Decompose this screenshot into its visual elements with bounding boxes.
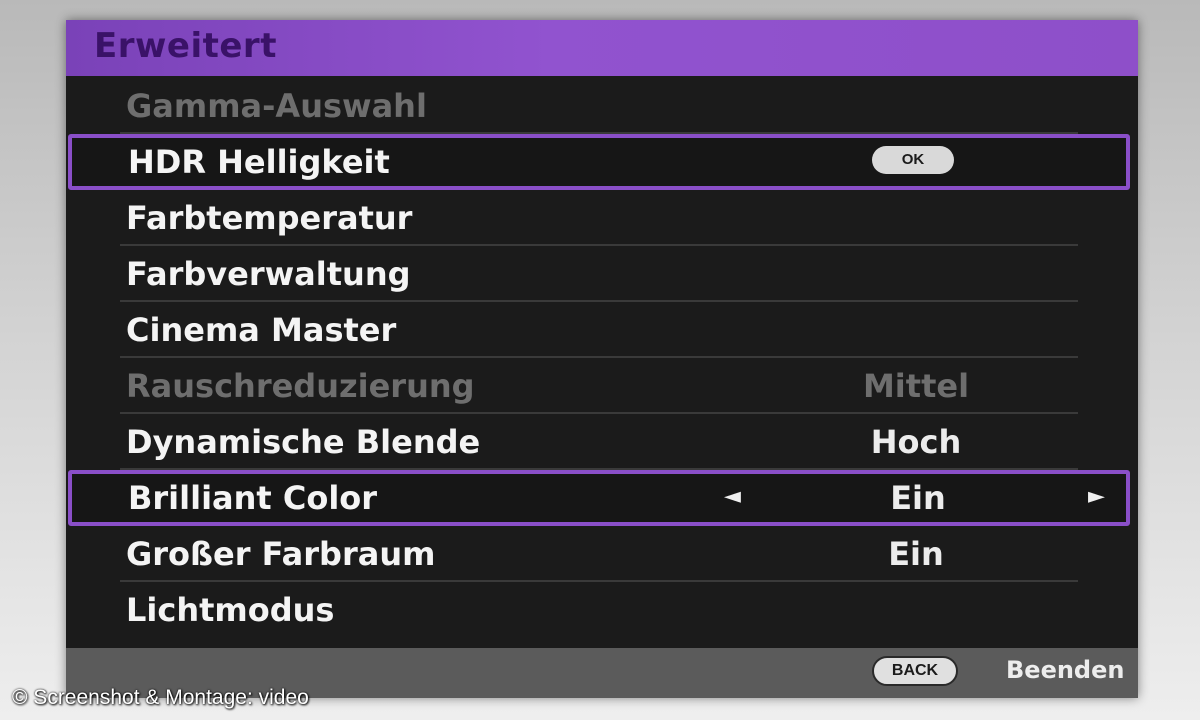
menu-item-label: Dynamische Blende	[126, 423, 481, 461]
menu-title: Erweitert	[94, 26, 277, 66]
menu-item-value: Hoch	[870, 423, 962, 461]
copyright-watermark: © Screenshot & Montage: video	[12, 686, 309, 709]
menu-header: Erweitert	[66, 20, 1138, 76]
menu-item-rauschreduzierung[interactable]: Rauschreduzierung Mittel	[66, 358, 1138, 414]
menu-item-label: Farbverwaltung	[126, 255, 411, 293]
menu-item-value: Mittel	[862, 367, 970, 405]
menu-item-label: Großer Farbraum	[126, 535, 436, 573]
menu-item-dynamische-blende[interactable]: Dynamische Blende Hoch	[66, 414, 1138, 470]
menu-item-label: HDR Helligkeit	[128, 143, 390, 181]
ok-button[interactable]: OK	[872, 146, 954, 174]
exit-label[interactable]: Beenden	[1006, 656, 1124, 684]
menu-item-label: Cinema Master	[126, 311, 397, 349]
menu-item-brilliant-color[interactable]: Brilliant Color ◄ Ein ►	[68, 470, 1130, 526]
menu-item-cinema-master[interactable]: Cinema Master	[66, 302, 1138, 358]
arrow-left-icon[interactable]: ◄	[724, 484, 741, 509]
menu-item-hdr-helligkeit[interactable]: HDR Helligkeit OK	[68, 134, 1130, 190]
osd-menu: Erweitert Gamma-Auswahl HDR Helligkeit O…	[66, 20, 1138, 698]
menu-item-gamma-auswahl[interactable]: Gamma-Auswahl	[66, 78, 1138, 134]
menu-item-label: Lichtmodus	[126, 591, 335, 629]
menu-item-farbtemperatur[interactable]: Farbtemperatur	[66, 190, 1138, 246]
menu-item-lichtmodus[interactable]: Lichtmodus	[66, 582, 1138, 638]
menu-item-label: Rauschreduzierung	[126, 367, 475, 405]
back-button[interactable]: BACK	[872, 656, 958, 686]
menu-item-label: Brilliant Color	[128, 479, 378, 517]
menu-item-label: Farbtemperatur	[126, 199, 413, 237]
menu-item-farbverwaltung[interactable]: Farbverwaltung	[66, 246, 1138, 302]
menu-item-value: Ein	[888, 535, 944, 573]
menu-item-grosser-farbraum[interactable]: Großer Farbraum Ein	[66, 526, 1138, 582]
arrow-right-icon[interactable]: ►	[1088, 484, 1105, 509]
menu-item-label: Gamma-Auswahl	[126, 87, 427, 125]
menu-item-value: Ein	[890, 479, 946, 517]
